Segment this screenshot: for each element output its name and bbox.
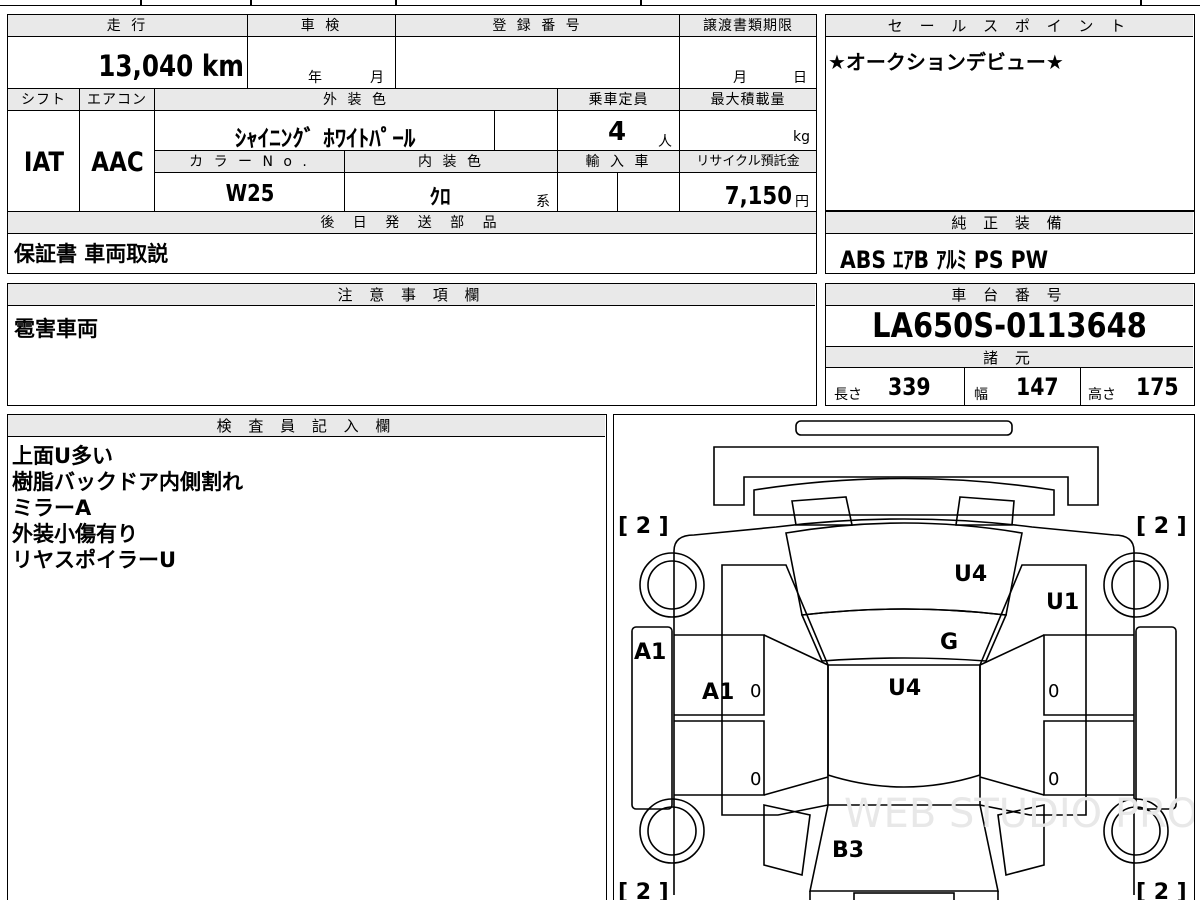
vehicle-info-table: 走 行 車 検 登 録 番 号 譲渡書類期限 13,040 km 年 月 月 日…: [7, 14, 817, 274]
inspector-label: 検 査 員 記 入 欄: [8, 415, 605, 437]
inspection-month-unit: 月: [370, 70, 384, 86]
right-door-front: [1043, 634, 1134, 716]
deadline-month-unit: 月: [733, 70, 747, 86]
tire-rear-right: [1103, 552, 1169, 618]
registration-cell: [396, 37, 680, 89]
windshield: [800, 608, 1008, 662]
sales-point-value: ★オークションデビュー★: [828, 50, 1064, 74]
roof-damage: U4: [954, 562, 987, 587]
right-side-strip: [1135, 626, 1177, 810]
sales-point-label: セ ー ル ス ポ イ ン ト: [826, 15, 1193, 37]
shift-label: シフト: [8, 89, 80, 111]
inspection-year-unit: 年: [308, 70, 322, 86]
load-unit: kg: [793, 129, 810, 145]
recycle-value: 7,150: [724, 181, 792, 210]
max-load-label: 最大積載量: [680, 89, 816, 111]
top-strip-divider: [140, 0, 142, 6]
rear-window: [753, 477, 1055, 516]
right-front-damage: U1: [1046, 590, 1079, 615]
aircon-label: エアコン: [80, 89, 155, 111]
interior-color-value: ｸﾛ: [429, 185, 451, 209]
capacity-label: 乗車定員: [558, 89, 680, 111]
transfer-deadline-label: 譲渡書類期限: [680, 15, 816, 37]
color-no-value: W25: [225, 181, 275, 207]
inspector-line: 上面U多い: [12, 444, 114, 468]
watermark: WEB STUDIO PRO: [844, 791, 1194, 837]
tire-rear-left: [639, 552, 705, 618]
left-side-damage: A1: [634, 640, 666, 665]
top-strip-divider: [395, 0, 397, 6]
left-door-damage: A1: [702, 680, 734, 705]
mileage-value: 13,040 km: [98, 49, 244, 83]
notes-value: 雹害車両: [14, 317, 98, 341]
recycle-label: リサイクル預託金: [680, 151, 816, 173]
inspection-label: 車 検: [248, 15, 396, 37]
inspector-line: 樹脂バックドア内側割れ: [12, 470, 243, 494]
deadline-day-unit: 日: [793, 70, 807, 86]
inspector-line: 外装小傷有り: [12, 522, 138, 546]
rear-bar: [795, 420, 1013, 436]
equipment-value: ABS ｴｱB ｱﾙﾐ PS PW: [840, 246, 1049, 274]
car-diagram: WEB STUDIO PRO [ 2 ] [ 2 ] [ 2 ] [ 2 ] U…: [618, 420, 1194, 900]
height-label: 高さ: [1088, 387, 1116, 403]
later-parts-label: 後 日 発 送 部 品: [8, 212, 816, 234]
top-strip: [0, 0, 1200, 6]
top-strip-divider: [250, 0, 252, 6]
recycle-unit: 円: [795, 194, 809, 210]
tire-label-bl: [ 2 ]: [618, 880, 669, 900]
body-outline: [673, 518, 1135, 895]
tire-label-br: [ 2 ]: [1136, 880, 1187, 900]
tire-label-tr: [ 2 ]: [1136, 514, 1187, 539]
registration-label: 登 録 番 号: [396, 15, 680, 37]
import-label: 輸 入 車: [558, 151, 680, 173]
later-parts-value: 保証書 車両取説: [14, 242, 169, 266]
top-strip-divider: [640, 0, 642, 6]
aircon-value: AAC: [91, 147, 144, 178]
import-cell-a: [558, 173, 618, 212]
equipment-box: 純 正 装 備 ABS ｴｱB ｱﾙﾐ PS PW: [825, 211, 1195, 274]
capacity-value: 4: [608, 117, 627, 147]
exterior-color-value: ｼｬｲﾆﾝｸﾞ ﾎﾜｲﾄﾊﾟｰﾙ: [234, 126, 416, 152]
exterior-color-label: 外 装 色: [155, 89, 558, 111]
hood-damage: U4: [888, 676, 921, 701]
equipment-label: 純 正 装 備: [826, 212, 1193, 234]
capacity-unit: 人: [658, 134, 672, 150]
door-mark: 0: [1048, 681, 1059, 702]
height-value: 175: [1136, 373, 1179, 401]
width-value: 147: [1016, 373, 1059, 401]
rear-bumper: [713, 446, 1099, 506]
specs-label: 諸 元: [826, 346, 1193, 368]
mileage-label: 走 行: [8, 15, 248, 37]
interior-color-label: 内 装 色: [345, 151, 558, 173]
door-mark: 0: [1048, 769, 1059, 790]
interior-color-unit: 系: [536, 194, 550, 210]
inspector-box: 検 査 員 記 入 欄 上面U多い 樹脂バックドア内側割れ ミラーA 外装小傷有…: [7, 414, 607, 900]
shift-value: IAT: [23, 147, 65, 178]
door-mark: 0: [750, 769, 761, 790]
width-label: 幅: [974, 387, 988, 403]
front-damage: B3: [832, 838, 864, 863]
car-diagram-box: WEB STUDIO PRO [ 2 ] [ 2 ] [ 2 ] [ 2 ] U…: [613, 414, 1195, 900]
notes-label: 注 意 事 項 欄: [8, 284, 815, 306]
exterior-color-extra-cell: [495, 111, 558, 151]
import-cell-b: [618, 173, 680, 212]
tire-label-tl: [ 2 ]: [618, 514, 669, 539]
inspector-line: リヤスポイラーU: [12, 548, 177, 572]
color-no-label: カ ラ ー N o .: [155, 151, 345, 173]
door-mark: 0: [750, 681, 761, 702]
sales-point-box: セ ー ル ス ポ イ ン ト ★オークションデビュー★: [825, 14, 1195, 211]
top-strip-divider: [1140, 0, 1142, 6]
notes-box: 注 意 事 項 欄 雹害車両: [7, 283, 817, 406]
specs-divider: [964, 368, 965, 405]
chassis-value: LA650S-0113648: [872, 306, 1147, 346]
length-label: 長さ: [834, 387, 862, 403]
tire-front-left: [639, 798, 705, 864]
length-value: 339: [888, 373, 931, 401]
chassis-box: 車 台 番 号 LA650S-0113648 諸 元 長さ 339 幅 147 …: [825, 283, 1195, 406]
chassis-label: 車 台 番 号: [826, 284, 1193, 306]
windshield-damage: G: [940, 630, 958, 655]
inspector-line: ミラーA: [12, 496, 92, 520]
specs-divider: [1080, 368, 1081, 405]
